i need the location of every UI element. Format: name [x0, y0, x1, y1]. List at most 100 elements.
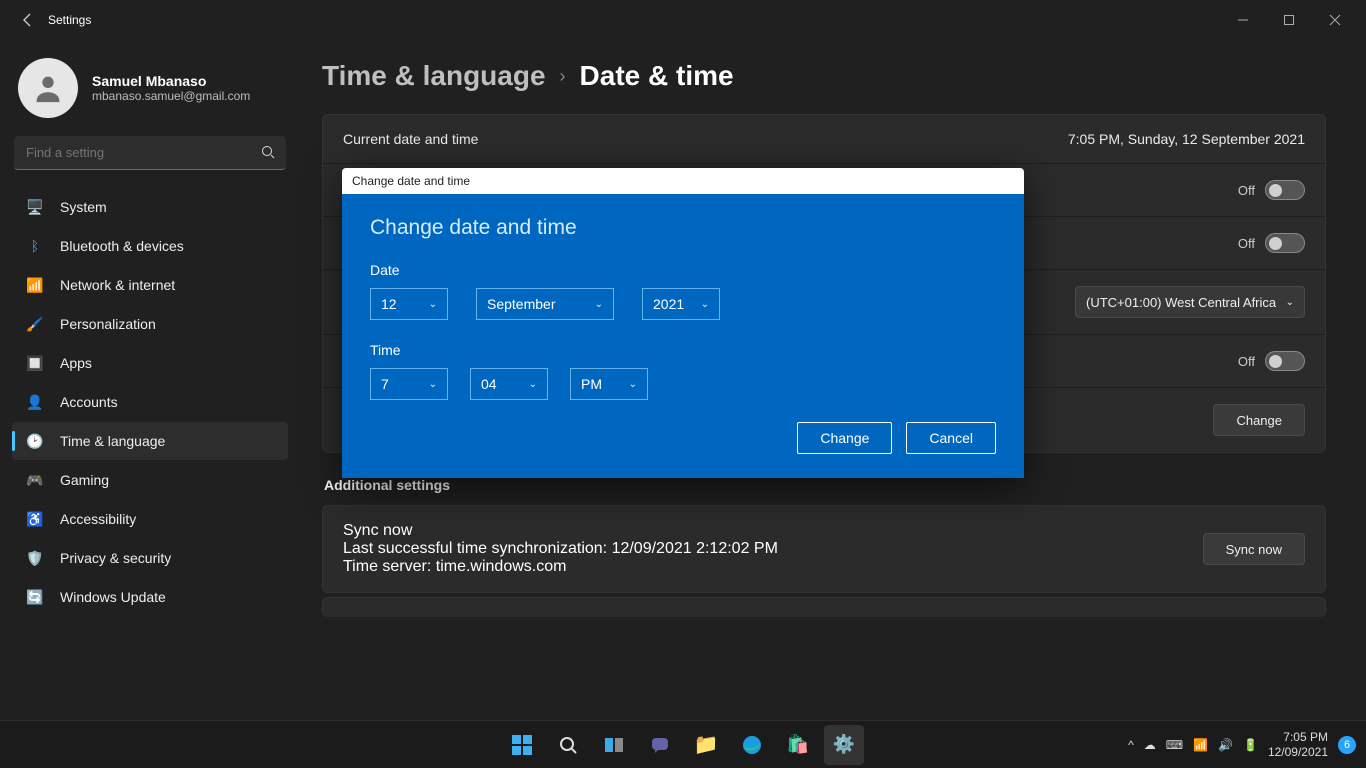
update-icon: 🔄: [26, 588, 44, 606]
volume-icon[interactable]: 🔊: [1218, 738, 1233, 752]
settings-task-button[interactable]: ⚙️: [824, 725, 864, 765]
store-icon: 🛍️: [787, 734, 809, 755]
sync-now-button[interactable]: Sync now: [1203, 533, 1305, 565]
taskbar-center: 📁 🛍️ ⚙️: [502, 725, 864, 765]
nav-label: Accounts: [60, 394, 118, 410]
sync-title: Sync now: [343, 522, 778, 540]
breadcrumb: Time & language › Date & time: [322, 60, 1326, 92]
toggle-state: Off: [1238, 236, 1255, 251]
change-datetime-button[interactable]: Change: [1213, 404, 1305, 436]
tray-chevron-icon[interactable]: ^: [1128, 738, 1134, 752]
nav-apps[interactable]: 🔲 Apps: [12, 344, 288, 382]
back-button[interactable]: [8, 12, 48, 28]
explorer-button[interactable]: 📁: [686, 725, 726, 765]
search-input[interactable]: [14, 136, 286, 170]
nav-system[interactable]: 🖥️ System: [12, 188, 288, 226]
chevron-down-icon: ⌄: [1286, 297, 1294, 308]
chat-icon: [650, 735, 670, 755]
chevron-down-icon: ⌄: [529, 379, 537, 390]
nav-list: 🖥️ System ᛒBluetooth & devices 📶 Network &…: [12, 188, 288, 616]
edge-icon: [742, 735, 762, 755]
month-select[interactable]: September⌄: [476, 288, 614, 320]
monitor-icon: 🖥️: [26, 198, 44, 216]
apps-icon: 🔲: [26, 354, 44, 372]
gamepad-icon: 🎮: [26, 471, 44, 489]
timezone-select[interactable]: (UTC+01:00) West Central Africa ⌄: [1075, 286, 1305, 318]
nav-label: Time & language: [60, 433, 165, 449]
nav-label: Windows Update: [60, 589, 166, 605]
nav-personalization[interactable]: 🖌️Personalization: [12, 305, 288, 343]
nav-label: Gaming: [60, 472, 109, 488]
dialog-heading: Change date and time: [370, 216, 996, 240]
chat-button[interactable]: [640, 725, 680, 765]
auto-dst-toggle[interactable]: [1265, 233, 1305, 253]
nav-accessibility[interactable]: ♿Accessibility: [12, 500, 288, 538]
brush-icon: 🖌️: [26, 315, 44, 333]
taskview-button[interactable]: [594, 725, 634, 765]
user-email: mbanaso.samuel@gmail.com: [92, 89, 250, 103]
chevron-down-icon: ⌄: [595, 299, 603, 310]
close-button[interactable]: [1312, 4, 1358, 36]
search-icon: [558, 735, 578, 755]
clock-icon: 🕑: [26, 432, 44, 450]
maximize-icon: [1281, 12, 1297, 28]
arrow-left-icon: [20, 12, 36, 28]
nav-label: Privacy & security: [60, 550, 171, 566]
sidebar: Samuel Mbanaso mbanaso.samuel@gmail.com …: [0, 40, 300, 720]
page-title: Date & time: [580, 60, 734, 92]
hour-select[interactable]: 7⌄: [370, 368, 448, 400]
close-icon: [1327, 12, 1343, 28]
sync-last: Last successful time synchronization: 12…: [343, 540, 778, 558]
onedrive-icon[interactable]: ☁: [1144, 738, 1156, 752]
auto-tz-toggle[interactable]: [1265, 351, 1305, 371]
nav-privacy[interactable]: 🛡️Privacy & security: [12, 539, 288, 577]
next-card: [322, 597, 1326, 617]
keyboard-icon[interactable]: ⌨: [1166, 738, 1183, 752]
year-select[interactable]: 2021⌄: [642, 288, 720, 320]
search-icon: [260, 144, 276, 165]
auto-time-toggle[interactable]: [1265, 180, 1305, 200]
dialog-cancel-button[interactable]: Cancel: [906, 422, 996, 454]
taskbar-clock[interactable]: 7:05 PM 12/09/2021: [1268, 730, 1328, 759]
nav-accounts[interactable]: 👤 Accounts: [12, 383, 288, 421]
nav-label: System: [60, 199, 107, 215]
nav-label: Apps: [60, 355, 92, 371]
day-select[interactable]: 12⌄: [370, 288, 448, 320]
wifi-icon: 📶: [26, 276, 44, 294]
edge-button[interactable]: [732, 725, 772, 765]
minute-select[interactable]: 04⌄: [470, 368, 548, 400]
store-button[interactable]: 🛍️: [778, 725, 818, 765]
current-datetime-value: 7:05 PM, Sunday, 12 September 2021: [1068, 131, 1305, 147]
nav-label: Network & internet: [60, 277, 175, 293]
chevron-down-icon: ⌄: [429, 299, 437, 310]
notification-badge[interactable]: 6: [1338, 736, 1356, 754]
ampm-select[interactable]: PM⌄: [570, 368, 648, 400]
folder-icon: 📁: [694, 732, 719, 757]
person-icon: 👤: [26, 393, 44, 411]
nav-network[interactable]: 📶 Network & internet: [12, 266, 288, 304]
sync-server: Time server: time.windows.com: [343, 558, 778, 576]
system-tray: ^ ☁ ⌨ 📶 🔊 🔋 7:05 PM 12/09/2021 6: [1128, 730, 1366, 759]
battery-icon[interactable]: 🔋: [1243, 738, 1258, 752]
search-button[interactable]: [548, 725, 588, 765]
minimize-button[interactable]: [1220, 4, 1266, 36]
accessibility-icon: ♿: [26, 510, 44, 528]
additional-settings-header: Additional settings: [324, 477, 1326, 493]
taskbar: 📁 🛍️ ⚙️ ^ ☁ ⌨ 📶 🔊 🔋 7:05 PM 12/09/2021 6: [0, 720, 1366, 768]
timezone-value: (UTC+01:00) West Central Africa: [1086, 295, 1276, 310]
gear-icon: ⚙️: [833, 734, 855, 755]
nav-update[interactable]: 🔄 Windows Update: [12, 578, 288, 616]
wifi-tray-icon[interactable]: 📶: [1193, 738, 1208, 752]
window-title: Settings: [48, 13, 91, 27]
taskview-icon: [604, 735, 624, 755]
nav-bluetooth[interactable]: ᛒBluetooth & devices: [12, 227, 288, 265]
user-block[interactable]: Samuel Mbanaso mbanaso.samuel@gmail.com: [12, 50, 288, 136]
start-button[interactable]: [502, 725, 542, 765]
nav-gaming[interactable]: 🎮 Gaming: [12, 461, 288, 499]
breadcrumb-parent[interactable]: Time & language: [322, 60, 546, 92]
chevron-down-icon: ⌄: [629, 379, 637, 390]
chevron-down-icon: ⌄: [701, 299, 709, 310]
dialog-change-button[interactable]: Change: [797, 422, 892, 454]
nav-time-language[interactable]: 🕑 Time & language: [12, 422, 288, 460]
maximize-button[interactable]: [1266, 4, 1312, 36]
